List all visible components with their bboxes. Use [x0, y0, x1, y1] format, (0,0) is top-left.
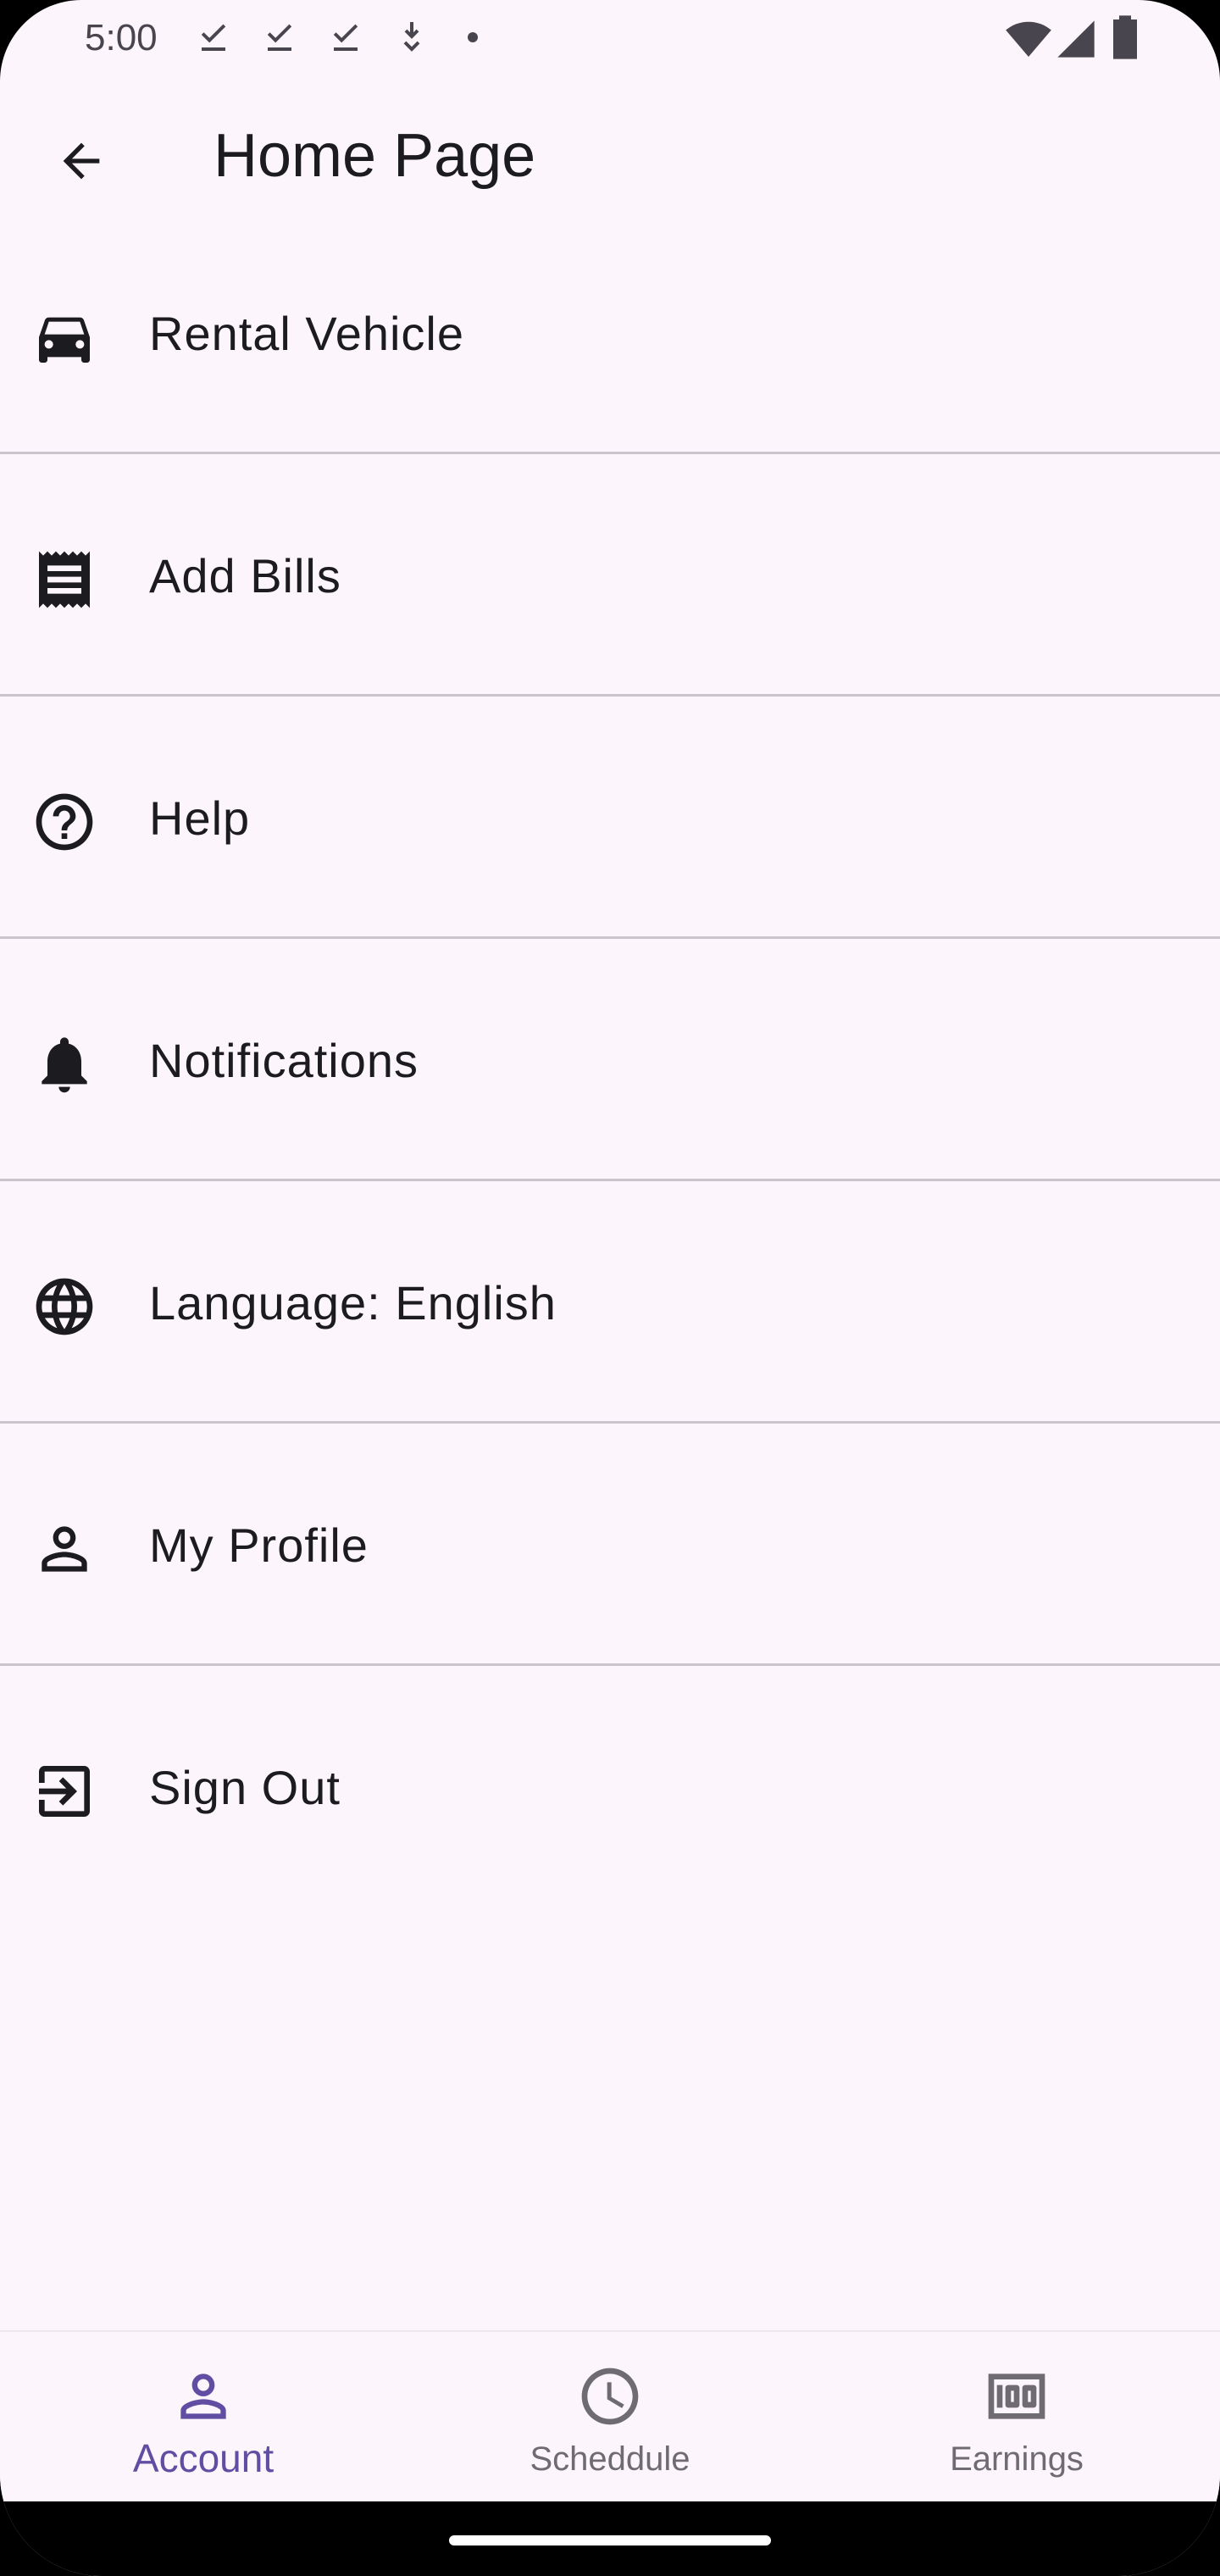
- menu-item-label: Add Bills: [149, 549, 341, 602]
- app-bar: Home Page: [0, 102, 1220, 203]
- download-done-icon: [193, 17, 234, 58]
- nav-label: Earnings: [950, 2440, 1084, 2478]
- menu-item-label: My Profile: [149, 1518, 369, 1572]
- menu-item-label: Rental Vehicle: [149, 307, 465, 360]
- home-indicator[interactable]: [449, 2535, 771, 2545]
- nav-tab-earnings[interactable]: Earnings: [813, 2332, 1220, 2501]
- menu-item-my-profile[interactable]: My Profile: [0, 1424, 1220, 1666]
- status-time: 5:00: [85, 17, 158, 58]
- cell-signal-icon: [1054, 17, 1098, 61]
- menu-item-rental-vehicle[interactable]: Rental Vehicle: [0, 212, 1220, 454]
- arrow-back-icon: [63, 142, 100, 180]
- menu-list: Rental Vehicle Add Bills Help Notificati…: [0, 212, 1220, 1908]
- menu-item-label: Language: English: [149, 1276, 557, 1330]
- nav-tab-account[interactable]: Account: [0, 2332, 407, 2501]
- nav-tab-schedule[interactable]: Scheddule: [407, 2332, 813, 2501]
- nav-label: Scheddule: [530, 2440, 690, 2478]
- dot-icon: [452, 17, 493, 58]
- help-icon: [30, 788, 98, 856]
- money-icon: [983, 2362, 1051, 2430]
- menu-item-label: Notifications: [149, 1034, 419, 1087]
- menu-item-notifications[interactable]: Notifications: [0, 939, 1220, 1181]
- download-done-icon: [325, 17, 366, 58]
- menu-item-label: Sign Out: [149, 1761, 341, 1814]
- status-bar: 5:00: [0, 0, 1220, 76]
- page-title: Home Page: [214, 122, 536, 190]
- download-done-icon: [259, 17, 300, 58]
- battery-icon: [1106, 14, 1144, 61]
- sign-out-icon: [30, 1757, 98, 1825]
- clock-icon: [576, 2362, 644, 2430]
- gesture-bar: [0, 2501, 1220, 2576]
- receipt-icon: [30, 546, 98, 613]
- car-icon: [30, 303, 98, 371]
- globe-icon: [30, 1273, 98, 1341]
- download-icon: [391, 17, 432, 58]
- app-screen: 5:00 Home Page Rental Vehicle Add Bills …: [0, 0, 1220, 2576]
- nav-label: Account: [132, 2436, 274, 2480]
- bell-icon: [30, 1030, 98, 1098]
- menu-item-add-bills[interactable]: Add Bills: [0, 454, 1220, 697]
- back-button[interactable]: [41, 120, 122, 202]
- wifi-icon: [1005, 15, 1052, 63]
- bottom-nav: Account Scheddule Earnings: [0, 2330, 1220, 2501]
- person-icon: [30, 1515, 98, 1583]
- menu-item-label: Help: [149, 791, 251, 845]
- menu-item-help[interactable]: Help: [0, 697, 1220, 939]
- person-icon: [169, 2362, 237, 2430]
- menu-item-sign-out[interactable]: Sign Out: [0, 1666, 1220, 1908]
- menu-item-language[interactable]: Language: English: [0, 1181, 1220, 1424]
